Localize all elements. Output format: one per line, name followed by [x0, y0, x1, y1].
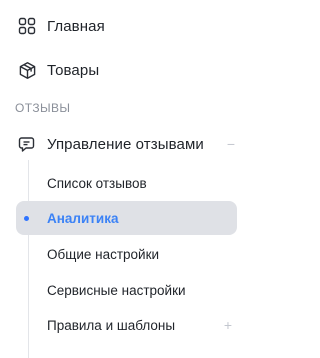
chat-icon [17, 134, 37, 154]
collapse-icon[interactable]: − [224, 137, 238, 151]
nav-item-products[interactable]: Товары [0, 50, 262, 90]
sidebar-nav: Главная Товары ОТЗЫВЫ Управление отзывам… [0, 0, 262, 358]
nav-item-home[interactable]: Главная [0, 6, 262, 46]
expand-icon[interactable]: + [221, 318, 235, 332]
nav-group-label: Управление отзывами [47, 135, 204, 153]
sub-item-rules-templates[interactable]: Правила и шаблоны + [16, 308, 237, 342]
sub-item-label: Список отзывов [47, 175, 147, 191]
sub-item-label: Сервисные настройки [47, 282, 186, 298]
section-title-reviews: ОТЗЫВЫ [15, 101, 71, 115]
nav-group-review-management[interactable]: Управление отзывами − [0, 124, 262, 164]
active-indicator-dot [24, 215, 29, 221]
grid-icon [17, 16, 37, 36]
sub-item-analytics[interactable]: Аналитика [16, 201, 237, 235]
sub-item-review-list[interactable]: Список отзывов [16, 166, 237, 200]
sub-item-label: Аналитика [47, 210, 119, 226]
sub-item-general-settings[interactable]: Общие настройки [16, 237, 237, 271]
sub-item-service-settings[interactable]: Сервисные настройки [16, 273, 237, 307]
nav-item-home-label: Главная [47, 17, 105, 35]
box-icon [17, 60, 37, 80]
sub-item-label: Общие настройки [47, 246, 160, 262]
sub-item-label: Правила и шаблоны [47, 317, 176, 333]
nav-item-products-label: Товары [47, 61, 100, 79]
